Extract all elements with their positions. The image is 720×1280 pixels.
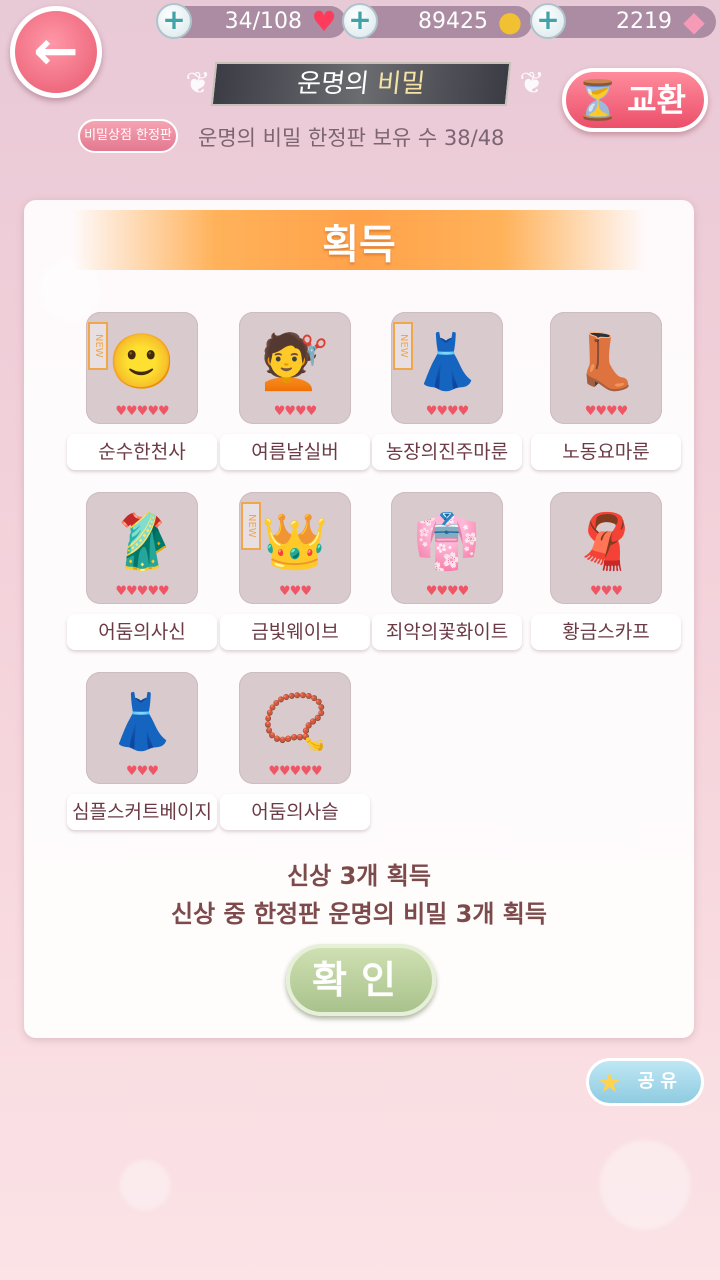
title-main: 운명의 bbox=[295, 69, 379, 99]
share-label: 공유 bbox=[637, 1071, 683, 1092]
new-badge: NEW bbox=[88, 322, 108, 370]
diamond-icon: ◆ bbox=[683, 5, 705, 38]
item-label: 노동요마룬 bbox=[531, 434, 681, 470]
item-card[interactable]: 👗 ♥♥♥ 심플스커트베이지 bbox=[67, 672, 217, 842]
star-icon: ★ bbox=[597, 1066, 623, 1099]
summary-line-2: 신상 중 한정판 운명의 비밀 3개 획득 bbox=[171, 900, 547, 928]
item-label: 여름날실버 bbox=[220, 434, 370, 470]
item-thumbnail: 🧣 ♥♥♥ bbox=[550, 492, 662, 604]
rarity-hearts: ♥♥♥ bbox=[126, 764, 159, 779]
skirt-dress-icon: 👗 bbox=[108, 690, 176, 753]
item-thumbnail: 👗 ♥♥♥ bbox=[86, 672, 198, 784]
item-label: 농장의진주마룬 bbox=[372, 434, 522, 470]
summary-line-1: 신상 3개 획득 bbox=[287, 862, 431, 890]
floral-dress-icon: 👘 bbox=[413, 510, 481, 573]
exchange-button[interactable]: ⏳ 교환 bbox=[562, 68, 708, 132]
background-bokeh bbox=[120, 1160, 170, 1210]
item-label: 순수한천사 bbox=[67, 434, 217, 470]
resource-bar: + 34/108 ♥ + 89425 ● + 2219 ◆ bbox=[150, 0, 720, 44]
item-card[interactable]: 💇 ♥♥♥♥ 여름날실버 bbox=[220, 312, 370, 482]
owned-count-text: 운명의 비밀 한정판 보유 수 38/48 bbox=[198, 126, 505, 150]
arrow-left-icon: ← bbox=[33, 19, 79, 82]
item-thumbnail: 🥻 ♥♥♥♥♥ bbox=[86, 492, 198, 604]
background-bokeh bbox=[600, 1140, 690, 1230]
item-thumbnail: 👘 ♥♥♥♥ bbox=[391, 492, 503, 604]
item-thumbnail: 📿 ♥♥♥♥♥ bbox=[239, 672, 351, 784]
necklace-icon: 📿 bbox=[261, 690, 329, 753]
heart-icon: ♥ bbox=[311, 5, 337, 38]
new-badge: NEW bbox=[241, 502, 261, 550]
coins-value: 89425 bbox=[418, 9, 488, 34]
page-title: 운명의 비밀 bbox=[210, 62, 512, 106]
confirm-button[interactable]: 확인 bbox=[286, 944, 436, 1016]
item-card[interactable]: 👢 ♥♥♥♥ 노동요마룬 bbox=[531, 312, 681, 482]
item-label: 심플스커트베이지 bbox=[67, 794, 217, 830]
add-hearts-button[interactable]: + bbox=[156, 3, 192, 39]
share-button[interactable]: ★ 공유 bbox=[586, 1058, 704, 1106]
rarity-hearts: ♥♥♥♥♥ bbox=[115, 404, 169, 419]
item-label: 금빛웨이브 bbox=[220, 614, 370, 650]
new-badge: NEW bbox=[393, 322, 413, 370]
right-wing-decoration: ❦ bbox=[519, 66, 545, 101]
gown-icon: 🥻 bbox=[108, 510, 176, 573]
item-card[interactable]: 👑 NEW ♥♥♥ 금빛웨이브 bbox=[220, 492, 370, 662]
hourglass-icon: ⏳ bbox=[574, 78, 622, 122]
coins-counter: + 89425 ● bbox=[342, 3, 532, 39]
item-card[interactable]: 🙂 NEW ♥♥♥♥♥ 순수한천사 bbox=[67, 312, 217, 482]
exchange-label: 교환 bbox=[627, 81, 686, 119]
panel-title: 획득 bbox=[322, 222, 396, 268]
rarity-hearts: ♥♥♥♥ bbox=[425, 404, 470, 419]
hearts-value: 34/108 bbox=[224, 9, 302, 34]
rarity-hearts: ♥♥♥ bbox=[279, 584, 312, 599]
title-highlight: 비밀 bbox=[375, 69, 427, 99]
coin-icon: ● bbox=[497, 5, 523, 38]
add-coins-button[interactable]: + bbox=[342, 3, 378, 39]
item-thumbnail: 👢 ♥♥♥♥ bbox=[550, 312, 662, 424]
rarity-hearts: ♥♥♥ bbox=[590, 584, 623, 599]
rarity-hearts: ♥♥♥♥ bbox=[425, 584, 470, 599]
item-card[interactable]: 📿 ♥♥♥♥♥ 어둠의사슬 bbox=[220, 672, 370, 842]
rarity-hearts: ♥♥♥♥♥ bbox=[115, 584, 169, 599]
item-card[interactable]: 👘 ♥♥♥♥ 죄악의꽃화이트 bbox=[372, 492, 522, 662]
item-card[interactable]: 🥻 ♥♥♥♥♥ 어둠의사신 bbox=[67, 492, 217, 662]
item-thumbnail: 💇 ♥♥♥♥ bbox=[239, 312, 351, 424]
gems-value: 2219 bbox=[616, 9, 672, 34]
hearts-counter: + 34/108 ♥ bbox=[156, 3, 346, 39]
item-thumbnail: 👗 NEW ♥♥♥♥ bbox=[391, 312, 503, 424]
boots-icon: 👢 bbox=[572, 330, 640, 393]
item-card[interactable]: 👗 NEW ♥♥♥♥ 농장의진주마룬 bbox=[372, 312, 522, 482]
rarity-hearts: ♥♥♥♥ bbox=[584, 404, 629, 419]
item-thumbnail: 👑 NEW ♥♥♥ bbox=[239, 492, 351, 604]
limited-shop-badge: 비밀상점 한정판 bbox=[78, 119, 178, 153]
item-thumbnail: 🙂 NEW ♥♥♥♥♥ bbox=[86, 312, 198, 424]
item-card[interactable]: 🧣 ♥♥♥ 황금스카프 bbox=[531, 492, 681, 662]
scarf-icon: 🧣 bbox=[572, 510, 640, 573]
add-gems-button[interactable]: + bbox=[530, 3, 566, 39]
rarity-hearts: ♥♥♥♥♥ bbox=[268, 764, 322, 779]
item-label: 죄악의꽃화이트 bbox=[372, 614, 522, 650]
item-label: 어둠의사신 bbox=[67, 614, 217, 650]
item-label: 어둠의사슬 bbox=[220, 794, 370, 830]
hair-icon: 💇 bbox=[261, 330, 329, 393]
acquisition-panel: 획득 🙂 NEW ♥♥♥♥♥ 순수한천사 💇 ♥♥♥♥ 여름날실버 👗 NEW ♥♥♥♥ 농장의진주… bbox=[24, 200, 694, 1038]
rarity-hearts: ♥♥♥♥ bbox=[273, 404, 318, 419]
item-label: 황금스카프 bbox=[531, 614, 681, 650]
back-button[interactable]: ← bbox=[10, 6, 102, 98]
gems-counter: + 2219 ◆ bbox=[530, 3, 716, 39]
